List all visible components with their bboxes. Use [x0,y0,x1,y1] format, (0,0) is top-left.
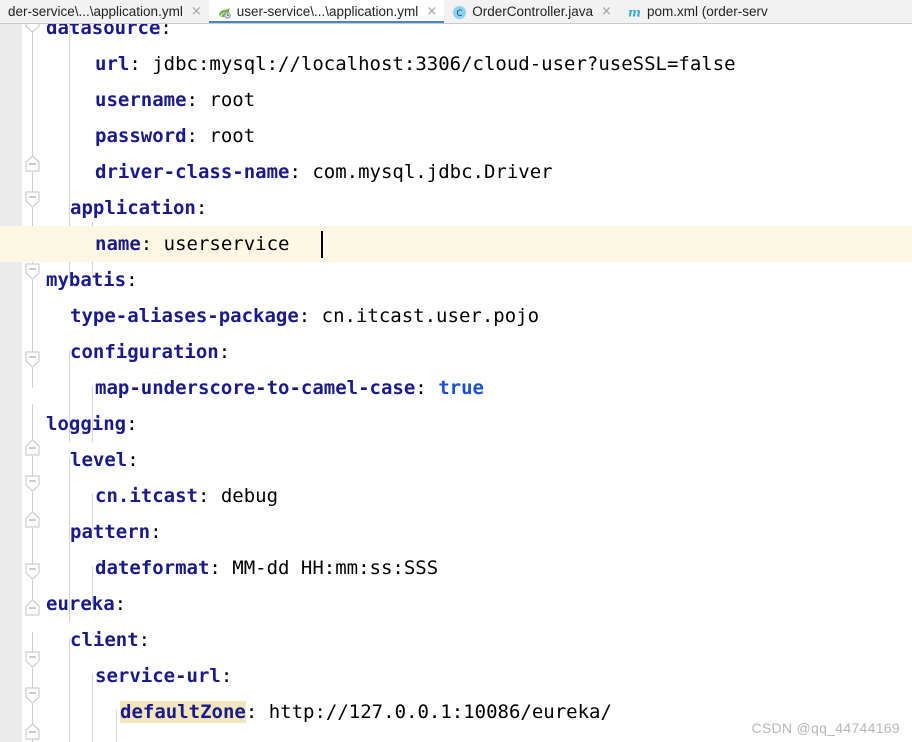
code-line[interactable]: password: root [0,118,912,154]
close-icon[interactable]: × [191,0,202,23]
text-caret [321,231,323,258]
tab-order-service-application-yml[interactable]: der-service\...\application.yml × [0,0,209,23]
code-line-current[interactable]: name: userservice [0,226,912,262]
code-line[interactable]: client: [0,622,912,658]
yaml-key: password [95,125,187,147]
tab-label: der-service\...\application.yml [8,4,183,19]
code-line[interactable]: mybatis: [0,262,912,298]
tab-label: pom.xml (order-serv [646,4,768,19]
csdn-watermark: CSDN @qq_44744169 [751,720,900,736]
code-line[interactable]: configuration: [0,334,912,370]
yaml-key: level [70,449,128,471]
code-line[interactable]: dateformat: MM-dd HH:mm:ss:SSS [0,550,912,586]
code-line[interactable]: application: [0,190,912,226]
yaml-key: service-url [95,665,221,687]
code-line[interactable]: datasource: [0,24,912,46]
java-class-icon: C [452,5,467,20]
yaml-key: logging [46,413,127,435]
svg-text:m: m [628,5,641,19]
yaml-key: client [70,629,139,651]
yaml-key: cn.itcast [95,485,198,507]
yaml-value: root [209,125,256,147]
tab-user-service-application-yml[interactable]: user-service\...\application.yml × [208,0,445,23]
code-line[interactable]: username: root [0,82,912,118]
code-line[interactable]: cn.itcast: debug [0,478,912,514]
yaml-key: eureka [46,593,115,615]
tab-label: user-service\...\application.yml [236,4,419,19]
yaml-key: mybatis [46,269,127,291]
code-line[interactable]: type-aliases-package: cn.itcast.user.poj… [0,298,912,334]
yaml-key-highlighted: defaultZone [120,701,246,723]
svg-text:C: C [457,7,463,17]
tab-pom-xml-order-service[interactable]: m pom.xml (order-serv [618,0,775,23]
yaml-value: cn.itcast.user.pojo [321,305,540,327]
yaml-value: com.mysql.jdbc.Driver [312,161,553,183]
yaml-key: pattern [70,521,151,543]
yaml-key: dateformat [95,557,210,579]
code-line[interactable]: eureka: [0,586,912,622]
code-text-area[interactable]: datasource: url: jdbc:mysql://localhost:… [0,24,912,742]
yaml-key: username [95,89,187,111]
yaml-value: true [438,377,484,399]
yaml-value: userservice [163,233,290,255]
yaml-key: datasource [46,24,161,39]
spring-leaf-icon [217,5,232,20]
code-line[interactable]: level: [0,442,912,478]
code-line[interactable]: map-underscore-to-camel-case: true [0,370,912,406]
yaml-value: http://127.0.0.1:10086/eureka/ [268,701,612,723]
yaml-key: map-underscore-to-camel-case [95,377,416,399]
yaml-key: driver-class-name [95,161,290,183]
yaml-value: debug [220,485,279,507]
maven-icon: m [627,5,642,20]
yaml-value: jdbc:mysql://localhost:3306/cloud-user?u… [152,53,736,75]
yaml-key: type-aliases-package [70,305,299,327]
yaml-key: name [95,233,141,255]
code-line[interactable]: driver-class-name: com.mysql.jdbc.Driver [0,154,912,190]
yaml-key: application [70,197,196,219]
code-line[interactable]: url: jdbc:mysql://localhost:3306/cloud-u… [0,46,912,82]
close-icon[interactable]: × [601,0,612,23]
code-line[interactable]: logging: [0,406,912,442]
yaml-key: url [95,53,130,75]
tab-label: OrderController.java [472,4,594,19]
tab-order-controller-java[interactable]: C OrderController.java × [444,0,619,23]
code-line[interactable]: service-url: [0,658,912,694]
code-line[interactable]: pattern: [0,514,912,550]
code-editor[interactable]: datasource: url: jdbc:mysql://localhost:… [0,24,912,742]
yaml-key: configuration [70,341,219,363]
close-icon[interactable]: × [426,0,437,23]
yaml-value: root [209,89,256,111]
editor-tab-bar: der-service\...\application.yml × user-s… [0,0,912,24]
yaml-value: MM-dd HH:mm:ss:SSS [232,557,439,579]
